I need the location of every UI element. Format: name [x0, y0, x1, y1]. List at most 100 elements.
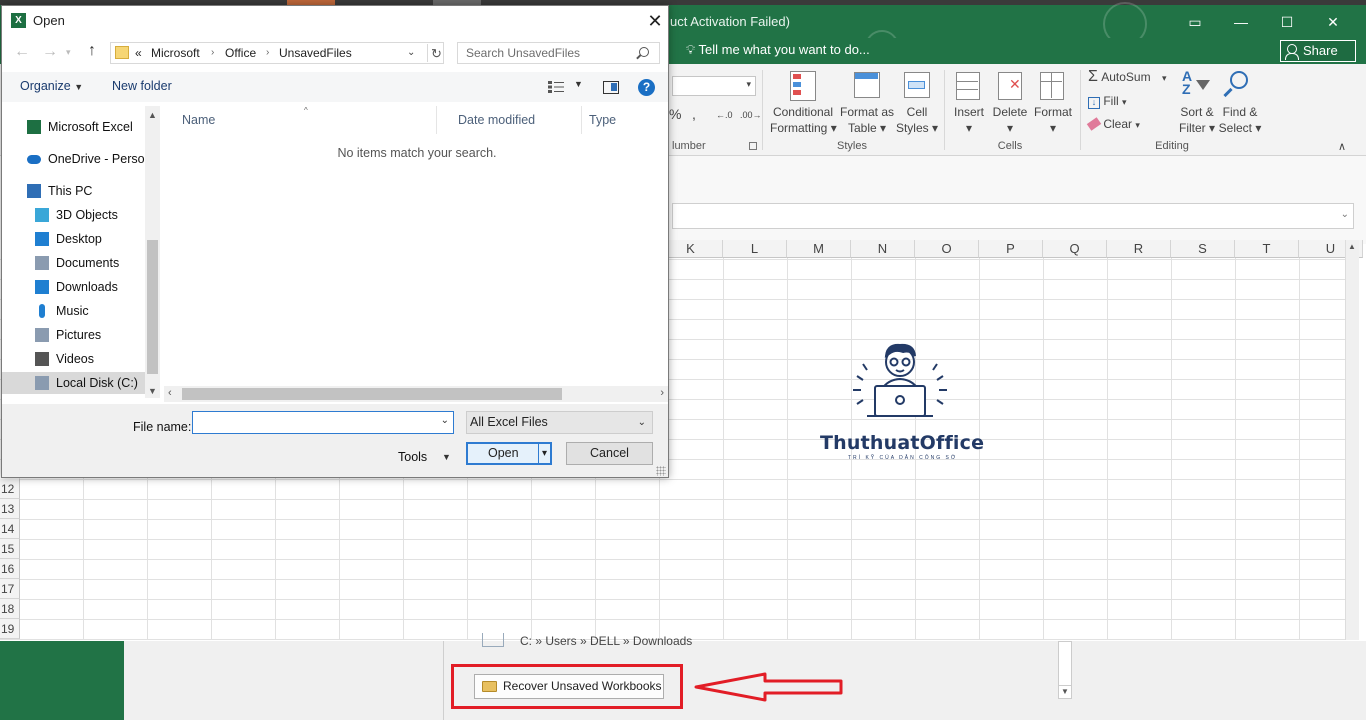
- decrease-decimal-icon[interactable]: .00→: [740, 110, 762, 120]
- column-header[interactable]: M: [787, 240, 851, 258]
- minimize-icon[interactable]: —: [1218, 8, 1264, 36]
- format-button[interactable]: Format ▾: [1032, 104, 1074, 136]
- file-list[interactable]: ^ Name Date modified Type No items match…: [162, 106, 668, 382]
- horizontal-scrollbar[interactable]: ‹ ›: [164, 386, 668, 402]
- address-bar[interactable]: « Microsoft › Office › UnsavedFiles ⌄ ↻: [110, 42, 444, 64]
- percent-style-icon[interactable]: %: [669, 106, 681, 122]
- clear-button[interactable]: Clear ▾: [1086, 116, 1140, 133]
- format-as-table-button[interactable]: Format as Table ▾: [838, 104, 896, 136]
- row-header[interactable]: 16: [0, 559, 20, 579]
- file-type-select[interactable]: All Excel Files ⌄: [466, 411, 653, 434]
- nav-item[interactable]: Videos: [2, 348, 145, 370]
- column-header[interactable]: L: [723, 240, 787, 258]
- file-name-input[interactable]: ⌄: [192, 411, 454, 434]
- recent-file-path[interactable]: C: » Users » DELL » Downloads: [520, 634, 692, 648]
- number-format-select[interactable]: ▾: [672, 76, 756, 96]
- vertical-scrollbar[interactable]: ▲: [1345, 240, 1359, 640]
- scroll-left-icon[interactable]: ‹: [168, 387, 172, 399]
- row-header[interactable]: 18: [0, 599, 20, 619]
- scroll-up-icon[interactable]: ▲: [148, 110, 157, 120]
- chevron-right-icon[interactable]: ›: [266, 43, 269, 63]
- new-folder-button[interactable]: New folder: [112, 79, 172, 93]
- open-options-icon[interactable]: ▾: [542, 444, 547, 463]
- cancel-button[interactable]: Cancel: [566, 442, 653, 465]
- refresh-icon[interactable]: ↻: [427, 44, 443, 62]
- column-header[interactable]: Q: [1043, 240, 1107, 258]
- chevron-down-icon[interactable]: ▼: [442, 452, 451, 462]
- nav-item[interactable]: This PC: [2, 180, 145, 202]
- scroll-thumb[interactable]: [147, 240, 158, 374]
- delete-button[interactable]: Delete ▾: [990, 104, 1030, 136]
- nav-item[interactable]: Downloads: [2, 276, 145, 298]
- column-date-modified[interactable]: Date modified: [438, 106, 582, 134]
- comma-style-icon[interactable]: ,: [692, 106, 696, 122]
- open-button[interactable]: Open ▾: [466, 442, 552, 465]
- search-icon[interactable]: [639, 47, 649, 57]
- nav-item[interactable]: Local Disk (C:): [2, 372, 145, 394]
- column-header[interactable]: S: [1171, 240, 1235, 258]
- row-header[interactable]: 17: [0, 579, 20, 599]
- column-header[interactable]: R: [1107, 240, 1171, 258]
- share-button[interactable]: Share: [1280, 40, 1356, 62]
- chevron-right-icon[interactable]: ›: [211, 43, 214, 63]
- recover-unsaved-workbooks-button[interactable]: Recover Unsaved Workbooks: [474, 674, 664, 699]
- scroll-down-icon[interactable]: ▼: [148, 386, 157, 396]
- formula-bar[interactable]: ⌄: [672, 203, 1354, 229]
- column-header[interactable]: O: [915, 240, 979, 258]
- resize-grip-icon[interactable]: [656, 466, 666, 476]
- nav-item[interactable]: 3D Objects: [2, 204, 145, 226]
- help-icon[interactable]: ?: [638, 79, 655, 96]
- row-header[interactable]: 19: [0, 619, 20, 639]
- column-header[interactable]: P: [979, 240, 1043, 258]
- nav-item[interactable]: Music: [2, 300, 145, 322]
- nav-item[interactable]: Microsoft Excel: [2, 116, 145, 138]
- insert-button[interactable]: Insert ▾: [950, 104, 988, 136]
- back-arrow-icon[interactable]: ←: [14, 43, 30, 61]
- close-icon[interactable]: ✕: [642, 8, 668, 34]
- forward-arrow-icon[interactable]: →: [42, 43, 58, 61]
- sort-filter-button[interactable]: Sort & Filter ▾: [1176, 104, 1218, 136]
- view-options-icon[interactable]: [548, 81, 564, 93]
- row-header[interactable]: 12: [0, 479, 20, 499]
- ribbon-display-options-icon[interactable]: ▭: [1172, 8, 1218, 36]
- collapse-ribbon-icon[interactable]: ∧: [1338, 140, 1346, 153]
- cell-styles-button[interactable]: Cell Styles ▾: [895, 104, 939, 136]
- up-arrow-icon[interactable]: ↑: [88, 42, 96, 60]
- tools-button[interactable]: Tools: [398, 450, 427, 464]
- row-header[interactable]: 15: [0, 539, 20, 559]
- nav-item[interactable]: Pictures: [2, 324, 145, 346]
- increase-decimal-icon[interactable]: ←.0: [716, 110, 733, 120]
- scroll-right-icon[interactable]: ›: [660, 387, 664, 399]
- chevron-down-icon[interactable]: ▼: [574, 79, 583, 89]
- scroll-up-icon[interactable]: ▲: [1348, 242, 1356, 251]
- scroll-down-icon[interactable]: ▼: [1058, 685, 1072, 699]
- fill-button[interactable]: ↓ Fill ▾: [1088, 93, 1127, 110]
- column-header[interactable]: N: [851, 240, 915, 258]
- column-name[interactable]: Name: [162, 106, 437, 134]
- chevron-down-icon[interactable]: ⌄: [407, 43, 415, 63]
- maximize-icon[interactable]: ☐: [1264, 8, 1310, 36]
- dialog-launcher-icon[interactable]: [749, 142, 757, 150]
- recent-locations-icon[interactable]: ▾: [66, 47, 71, 58]
- address-segment[interactable]: Microsoft: [151, 43, 200, 63]
- scroll-thumb[interactable]: [182, 388, 562, 400]
- nav-item[interactable]: Desktop: [2, 228, 145, 250]
- address-segment[interactable]: Office: [225, 43, 256, 63]
- chevron-down-icon[interactable]: ⌄: [441, 415, 449, 426]
- nav-item[interactable]: Documents: [2, 252, 145, 274]
- nav-item[interactable]: OneDrive - Person: [2, 148, 145, 170]
- tell-me-box[interactable]: 💡︎ Tell me what you want to do...: [686, 42, 870, 58]
- search-box[interactable]: [457, 42, 660, 64]
- nav-scrollbar[interactable]: ▲ ▼: [145, 106, 160, 398]
- column-type[interactable]: Type: [583, 106, 668, 134]
- expand-formula-icon[interactable]: ⌄: [1341, 209, 1349, 220]
- preview-pane-icon[interactable]: [603, 81, 619, 94]
- close-window-icon[interactable]: ✕: [1310, 8, 1356, 36]
- find-select-button[interactable]: Find & Select ▾: [1218, 104, 1262, 136]
- organize-button[interactable]: Organize ▼: [20, 79, 83, 93]
- search-input[interactable]: [458, 43, 633, 63]
- conditional-formatting-button[interactable]: Conditional Formatting ▾: [770, 104, 837, 136]
- row-header[interactable]: 14: [0, 519, 20, 539]
- address-overflow[interactable]: «: [135, 43, 142, 63]
- address-segment[interactable]: UnsavedFiles: [279, 43, 352, 63]
